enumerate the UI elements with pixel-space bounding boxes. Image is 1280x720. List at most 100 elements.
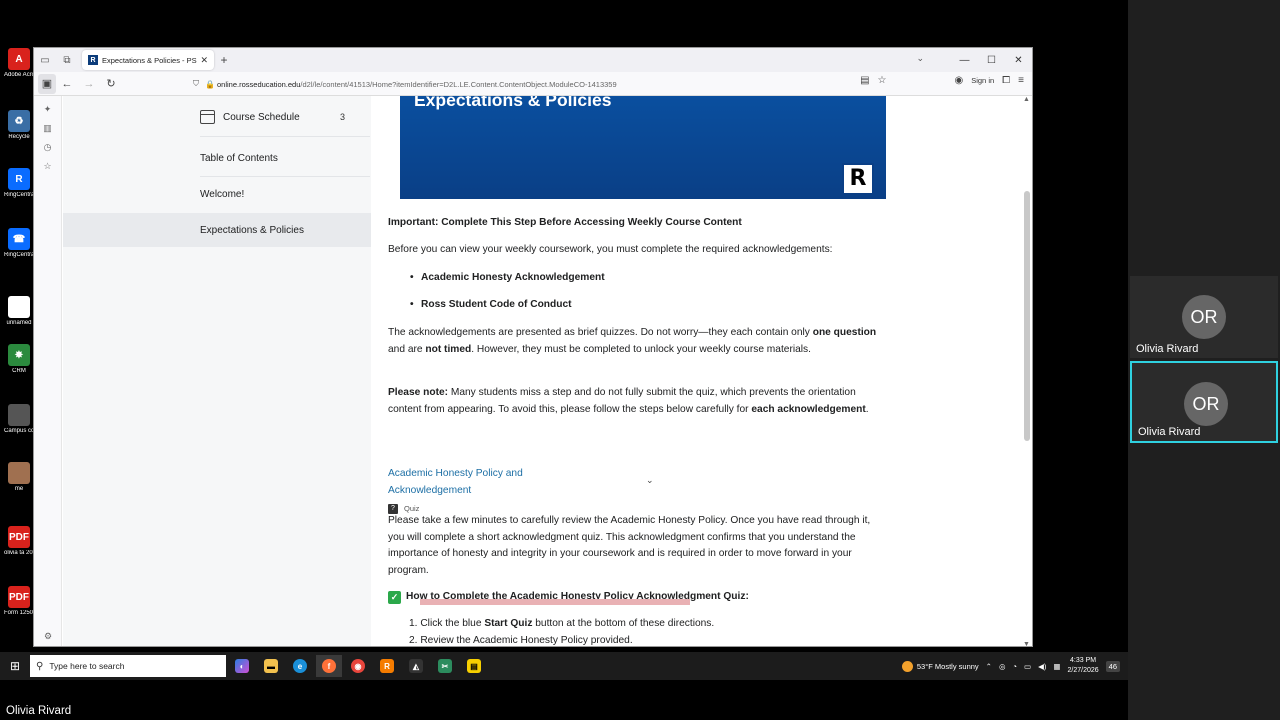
forward-icon[interactable]: → xyxy=(78,74,100,94)
nav-item-welcome[interactable]: Welcome! xyxy=(200,189,244,200)
maximize-icon[interactable]: ☐ xyxy=(978,48,1005,72)
volume-icon[interactable]: ◀) xyxy=(1038,662,1046,671)
system-tray: 53°F Mostly sunny ⌃ ◎ ◔ ▭ ◀) ▦ 4:33 PM 2… xyxy=(901,652,1120,680)
extensions-icon[interactable]: ⧠ xyxy=(1002,75,1010,86)
notification-badge[interactable]: 46 xyxy=(1105,660,1120,672)
list-item: 2. Review the Academic Honesty Policy pr… xyxy=(409,635,633,646)
clock[interactable]: 4:33 PM 2/27/2026 xyxy=(1068,656,1099,676)
taskbar: ⊞ ⚲ Type here to search ◐ ▬ e f ◉ R ◭ ✂ … xyxy=(0,652,1128,680)
search-placeholder: Type here to search xyxy=(49,661,125,671)
desktop-icon-label: me xyxy=(14,486,24,492)
text: . However, they must be completed to unl… xyxy=(471,343,811,355)
text: 1. Click the blue xyxy=(409,618,485,629)
article: Expectations & Policies R Important: Com… xyxy=(388,96,893,646)
scroll-up-icon[interactable]: ▲ xyxy=(1023,96,1030,103)
browser-window: ▭ ⧉ R Expectations & Policies - PSY11 ✕ … xyxy=(33,47,1033,647)
desktop-icon[interactable]: PDF olivia ta 2020 xyxy=(4,526,34,557)
checkmark-icon: ✓ xyxy=(388,590,401,604)
chevron-down-icon[interactable]: ⌄ xyxy=(646,472,654,489)
intro-text: Before you can view your weekly coursewo… xyxy=(388,244,833,255)
search-icon: ⚲ xyxy=(36,660,44,672)
desktop-icon-label: Form 1250-0 xyxy=(4,610,34,616)
ringcentral-icon[interactable]: R xyxy=(374,655,400,677)
desktop-icon[interactable]: Campus contact xyxy=(4,404,34,435)
text-bold: each acknowledgement xyxy=(751,403,866,415)
new-tab-button[interactable]: + xyxy=(214,53,234,67)
quiz-info-text: The acknowledgements are presented as br… xyxy=(388,325,888,358)
time: 4:33 PM xyxy=(1070,657,1097,664)
text-bold: one question xyxy=(812,327,877,338)
screen: A Adobe Acrobat ♻ Recycle R RingCentral Meeti… xyxy=(0,0,1280,720)
wifi-icon[interactable]: ◔ xyxy=(1013,662,1018,671)
bookmarks-icon[interactable]: ☆ xyxy=(34,161,61,172)
menu-icon[interactable]: ≡ xyxy=(1018,75,1024,86)
desktop-icons: A Adobe Acrobat ♻ Recycle R RingCentral Meeti… xyxy=(0,48,34,648)
course-schedule-label: Course Schedule xyxy=(223,111,300,123)
scroll-down-icon[interactable]: ▼ xyxy=(1023,641,1030,646)
banner-title: Expectations & Policies xyxy=(414,96,612,110)
desktop-icon[interactable]: R RingCentral Meetings xyxy=(4,168,34,199)
review-text: Please take a few minutes to carefully r… xyxy=(388,515,871,576)
language-icon[interactable]: ▦ xyxy=(1053,662,1060,671)
important-heading: Important: Complete This Step Before Acc… xyxy=(388,217,742,228)
reload-icon[interactable]: ↻ xyxy=(100,74,122,94)
desktop-icon-label: Recycle xyxy=(8,134,30,140)
tab-expectations[interactable]: R Expectations & Policies - PSY11 ✕ xyxy=(82,50,214,70)
weather-widget[interactable]: 53°F Mostly sunny xyxy=(901,660,979,672)
firefox-icon[interactable]: f xyxy=(316,655,342,677)
edge-icon[interactable]: e xyxy=(287,655,313,677)
file-explorer-icon[interactable]: ▬ xyxy=(258,655,284,677)
copilot-icon[interactable]: ◐ xyxy=(229,655,255,677)
sidebar-toggle-icon[interactable]: ▭ xyxy=(34,48,56,72)
reader-view-icon[interactable]: ▤ xyxy=(860,75,869,86)
url-path: /d2l/le/content/41513/Home?itemIdentifie… xyxy=(300,79,617,89)
sidebar-view-icon[interactable]: ▣ xyxy=(38,73,56,94)
accordion-academic-honesty[interactable]: Academic Honesty Policy and Acknowledgem… xyxy=(388,466,588,499)
desktop-icon[interactable]: unnamed xyxy=(4,296,34,327)
battery-icon[interactable]: ▭ xyxy=(1024,662,1031,671)
ai-sparkle-icon[interactable]: ✦ xyxy=(34,104,61,115)
desktop-icon[interactable]: ☎ RingCentral Phone xyxy=(4,228,34,259)
close-tab-icon[interactable]: ✕ xyxy=(200,55,208,66)
close-window-icon[interactable]: ✕ xyxy=(1005,48,1032,72)
minimize-icon[interactable]: — xyxy=(951,48,978,72)
desktop-icon-glyph xyxy=(8,404,30,426)
scroll-thumb[interactable] xyxy=(1024,191,1030,441)
taskbar-search[interactable]: ⚲ Type here to search xyxy=(30,655,226,677)
lock-icon: 🔒 xyxy=(205,79,215,89)
desktop-icon[interactable]: me xyxy=(4,462,34,493)
desktop-icon[interactable]: PDF Form 1250-0 xyxy=(4,586,34,617)
participant-tile-active[interactable]: OR Olivia Rivard xyxy=(1130,361,1278,443)
network-icon[interactable]: ◎ xyxy=(999,662,1006,671)
bookmark-star-icon[interactable]: ☆ xyxy=(878,75,887,86)
desktop-icon[interactable]: ♻ Recycle xyxy=(4,110,34,141)
snipping-icon[interactable]: ✂ xyxy=(432,655,458,677)
back-icon[interactable]: ← xyxy=(56,74,78,94)
app-icon[interactable]: ◭ xyxy=(403,655,429,677)
sticky-notes-icon[interactable]: ▤ xyxy=(461,655,487,677)
tab-list-icon[interactable]: ⧉ xyxy=(56,48,78,72)
course-schedule-link[interactable]: Course Schedule 3 xyxy=(200,110,345,124)
desktop-icon[interactable]: ✸ CRM xyxy=(4,344,34,375)
gear-icon[interactable]: ⚙ xyxy=(34,631,62,642)
tab-dropdown-icon[interactable]: ⌄ xyxy=(916,53,924,64)
weather-text: 53°F Mostly sunny xyxy=(916,661,979,671)
sign-in-button[interactable]: Sign in xyxy=(971,76,994,85)
address-bar[interactable]: ⛉ 🔒 online.rosseducation.edu /d2l/le/con… xyxy=(189,75,869,93)
windows-start-icon[interactable]: ⊞ xyxy=(0,659,30,673)
nav-item-table-of-contents[interactable]: Table of Contents xyxy=(200,153,278,164)
chrome-icon[interactable]: ◉ xyxy=(345,655,371,677)
desktop-icon-label: RingCentral Meetings xyxy=(4,192,34,198)
text: and are xyxy=(388,343,426,355)
chevron-up-icon[interactable]: ⌃ xyxy=(986,662,992,671)
shield-icon: ⛉ xyxy=(193,79,199,88)
desktop-icon[interactable]: A Adobe Acrobat xyxy=(4,48,34,79)
history-icon[interactable]: ◷ xyxy=(34,142,61,153)
page-scrollbar[interactable]: ▲ ▼ xyxy=(1023,96,1030,646)
nav-item-expectations[interactable]: Expectations & Policies xyxy=(200,225,304,236)
desktop-icon-label: RingCentral Phone xyxy=(4,252,34,258)
desktop-icon-glyph: PDF xyxy=(8,526,30,548)
tabs-icon[interactable]: ▥ xyxy=(34,123,61,134)
participant-tile[interactable]: OR Olivia Rivard xyxy=(1130,276,1278,358)
ross-logo: R xyxy=(842,163,874,195)
